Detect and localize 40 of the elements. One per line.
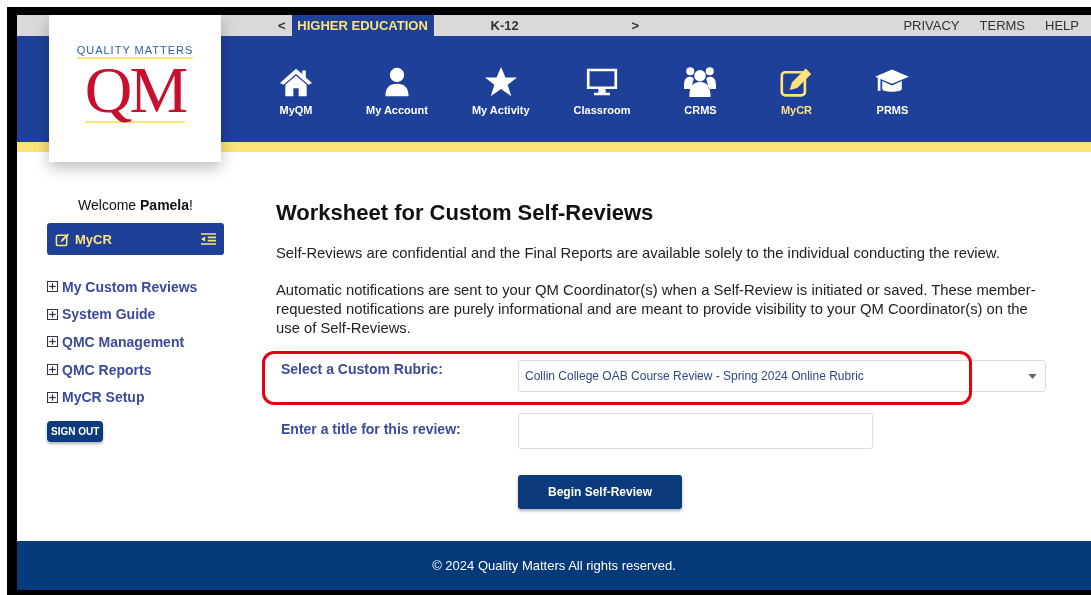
header-link[interactable]: TERMS [979, 15, 1026, 36]
info-paragraph: Automatic notifications are sent to your QM Coordinator(s) when a Self-Review is initiated or saved. These member-requested notifications are purely informational and are meant to provide visibility to your QM Coordinator(s) on the use of Self-Reviews. [276, 281, 1037, 338]
arrow-link[interactable]: > [625, 15, 646, 36]
arrow-link[interactable]: < [272, 15, 292, 36]
rubric-select[interactable]: Collin College OAB Course Review - Spring 2024 Online Rubric [518, 360, 1046, 392]
header-link[interactable]: HELP [1045, 15, 1079, 36]
logo-card[interactable]: QUALITY MATTERS QM [49, 15, 221, 162]
category-tab[interactable]: K-12 [433, 15, 576, 36]
collapse-menu-icon[interactable] [201, 233, 216, 245]
section-title: MyCR [75, 231, 113, 247]
nav-item[interactable]: My Activity [471, 36, 530, 116]
section-header[interactable]: MyCR [47, 223, 224, 255]
edit-icon [55, 231, 70, 247]
sidebar-item[interactable]: QMC Reports [47, 355, 224, 384]
nav-item[interactable]: MyCR [770, 36, 823, 116]
caret-icon [1028, 373, 1037, 379]
sidebar-item[interactable]: My Custom Reviews [47, 273, 224, 301]
nav-item[interactable]: Classroom [573, 36, 631, 116]
logo-letters: QM [84, 59, 186, 123]
nav-item[interactable]: My Account [366, 36, 428, 116]
info-paragraph: Self-Reviews are confidential and the Final Reports are available solely to the individual conducting the review. [276, 244, 1001, 263]
category-tab[interactable]: HIGHER EDUCATION [291, 15, 434, 36]
page-title: Worksheet for Custom Self-Reviews [276, 200, 655, 226]
nav-item[interactable]: PRMS [866, 36, 919, 116]
sign-out-button[interactable]: SIGN OUT [47, 420, 104, 442]
welcome-text: Welcome Pamela! [77, 197, 194, 213]
sidebar-item[interactable]: QMC Management [47, 328, 224, 356]
logo-tagline: QUALITY MATTERS [76, 44, 194, 59]
begin-button[interactable]: Begin Self-Review [518, 475, 682, 509]
field-label: Enter a title for this review: [281, 420, 462, 437]
sidebar-item[interactable]: System Guide [47, 300, 224, 329]
header-link[interactable]: PRIVACY [903, 15, 960, 36]
field-label: Select a Custom Rubric: [281, 360, 444, 377]
sidebar-item[interactable]: MyCR Setup [47, 383, 224, 411]
title-input-field[interactable] [518, 413, 873, 449]
house-icon [278, 66, 314, 98]
people-icon [682, 66, 719, 98]
copyright-text: © 2024 Quality Matters All rights reserved. [432, 558, 676, 573]
nav-item[interactable]: CRMS [674, 36, 727, 116]
nav-item[interactable]: MyQM [270, 36, 322, 116]
